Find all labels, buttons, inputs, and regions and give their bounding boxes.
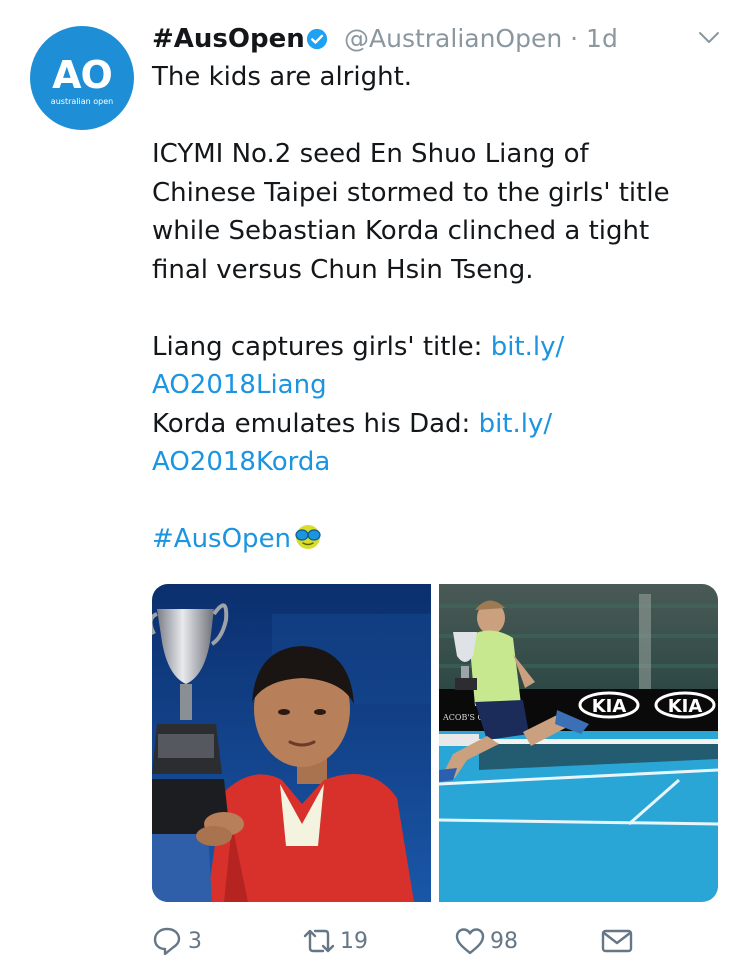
reply-icon	[153, 927, 181, 956]
tweet-actions: 3 19 98	[152, 922, 732, 962]
media-grid: ACOB'S CREEK KIA KIA	[152, 584, 718, 902]
liang-link[interactable]: bit.ly/	[491, 332, 565, 362]
tweet-line: Chinese Taipei stormed to the girls' tit…	[152, 177, 670, 208]
tweet-line: Liang captures girls' title: bit.ly/	[152, 328, 722, 367]
envelope-icon	[601, 929, 633, 953]
avatar-logo-subtext: australian open	[50, 97, 114, 106]
tweet-line: #AusOpen	[152, 520, 722, 559]
hashtag-link[interactable]: #AusOpen	[152, 524, 291, 554]
tweet-line: Korda emulates his Dad: bit.ly/	[152, 405, 722, 444]
tennis-ball-sunglasses-icon	[295, 525, 321, 549]
direct-message-button[interactable]	[600, 922, 640, 962]
link-intro-text: Korda emulates his Dad:	[152, 408, 479, 439]
korda-link-continued[interactable]: AO2018Korda	[152, 443, 722, 482]
reply-button[interactable]: 3	[152, 922, 212, 962]
boys-champion-photo: ACOB'S CREEK KIA KIA	[439, 584, 718, 902]
retweet-button[interactable]: 19	[302, 922, 372, 962]
verified-badge-icon	[306, 28, 328, 50]
display-name[interactable]: #AusOpen	[152, 20, 305, 58]
svg-text:KIA: KIA	[592, 696, 627, 717]
reply-count: 3	[188, 929, 202, 954]
tweet-line: The kids are alright.	[152, 62, 413, 92]
tweet-time[interactable]: · 1d	[570, 24, 618, 53]
retweet-count: 19	[340, 929, 368, 954]
avatar-logo-text: AO	[52, 53, 113, 97]
tweet-line: ICYMI No.2 seed En Shuo Liang of	[152, 139, 589, 169]
chevron-down-icon[interactable]	[698, 30, 720, 46]
handle-and-time[interactable]: @AustralianOpen · 1d	[344, 20, 618, 58]
girls-champion-photo	[152, 584, 431, 902]
tweet-text: The kids are alright. ICYMI No.2 seed En…	[152, 58, 722, 559]
link-intro-text: Liang captures girls' title:	[152, 331, 491, 362]
avatar[interactable]: AO australian open	[30, 26, 134, 130]
tweet-line: final versus Chun Hsin Tseng.	[152, 254, 534, 285]
tweet-header: #AusOpen @AustralianOpen · 1d	[152, 20, 722, 58]
heart-icon	[455, 928, 485, 955]
photo-girls-champion[interactable]	[152, 584, 431, 902]
like-count: 98	[490, 929, 518, 954]
tweet-line: while Sebastian Korda clinched a tight	[152, 216, 650, 246]
svg-text:KIA: KIA	[668, 696, 703, 717]
korda-link[interactable]: bit.ly/	[479, 409, 553, 439]
like-button[interactable]: 98	[454, 922, 524, 962]
account-handle[interactable]: @AustralianOpen	[344, 24, 562, 53]
liang-link-continued[interactable]: AO2018Liang	[152, 366, 722, 405]
photo-boys-champion[interactable]: ACOB'S CREEK KIA KIA	[439, 584, 718, 902]
retweet-icon	[303, 929, 335, 953]
